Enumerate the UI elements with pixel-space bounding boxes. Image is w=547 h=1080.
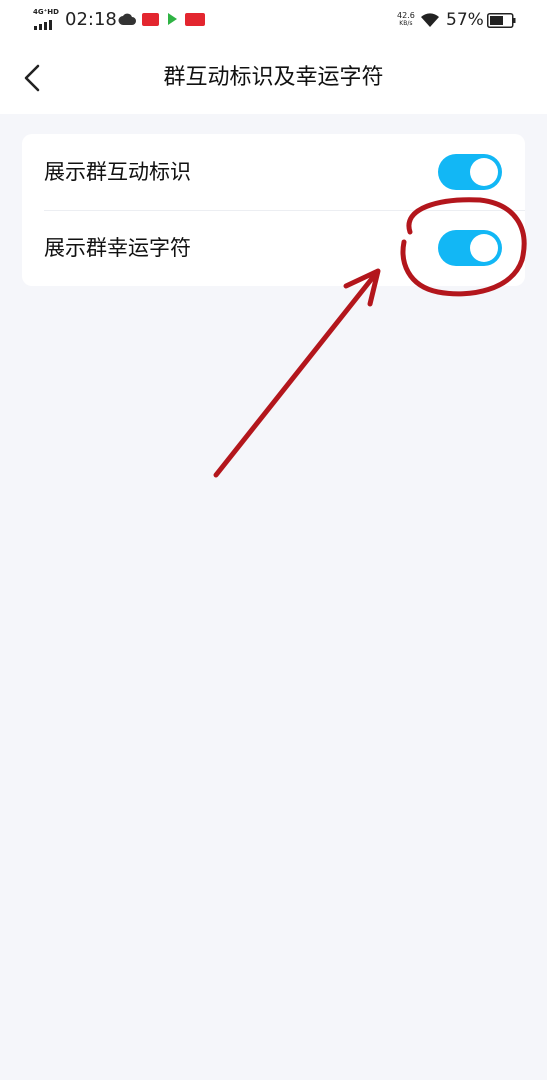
lucky-character-toggle[interactable] <box>438 230 502 266</box>
annotation-arrow-shaft <box>213 273 377 478</box>
page-title: 群互动标识及幸运字符 <box>163 65 384 90</box>
signal-icon: 4G⁺HD <box>33 8 59 30</box>
network-speed: 42.6 KB/s <box>397 11 415 28</box>
navigation-header: 群互动标识及幸运字符 <box>0 42 547 114</box>
battery-icon <box>487 13 516 28</box>
network-speed-unit: KB/s <box>399 20 413 27</box>
network-type: 4G⁺HD <box>33 8 59 16</box>
setting-label: 展示群幸运字符 <box>44 236 191 260</box>
status-time: 02:18 <box>65 9 117 30</box>
battery-percentage: 57% <box>446 10 484 30</box>
chevron-left-icon <box>24 64 40 92</box>
wifi-icon <box>421 13 439 27</box>
notification-app-icon <box>185 13 205 26</box>
network-speed-value: 42.6 <box>397 11 415 20</box>
status-bar: 4G⁺HD 02:18 42.6 KB/s 57% <box>0 0 547 42</box>
cloud-icon <box>118 13 136 25</box>
toggle-knob <box>470 234 498 262</box>
setting-row-interaction-badge: 展示群互动标识 <box>22 134 525 210</box>
settings-card: 展示群互动标识 展示群幸运字符 <box>22 134 525 286</box>
notification-app-icon <box>168 13 177 25</box>
setting-row-lucky-character: 展示群幸运字符 <box>22 210 525 286</box>
back-button[interactable] <box>12 56 52 100</box>
toggle-knob <box>470 158 498 186</box>
notification-app-icon <box>142 13 159 26</box>
setting-label: 展示群互动标识 <box>44 160 191 184</box>
interaction-badge-toggle[interactable] <box>438 154 502 190</box>
